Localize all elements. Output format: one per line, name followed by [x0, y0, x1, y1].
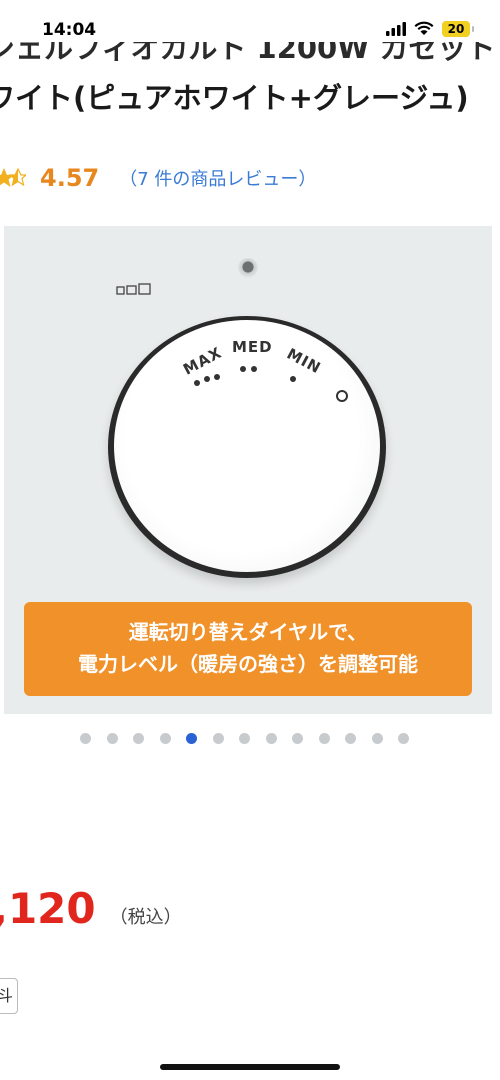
power-dial: MAX MED MIN — [108, 316, 386, 578]
option-chip[interactable]: 斗 — [0, 978, 18, 1014]
product-title: シェルフィオカルト 1200W カセット ワイト(ピュアホワイト+グレージュ) — [0, 42, 500, 120]
max-dot — [204, 376, 210, 382]
carousel-page-dot[interactable] — [371, 733, 383, 744]
min-dot — [290, 376, 296, 382]
power-level-indicator-icon — [116, 283, 151, 295]
max-dot — [214, 374, 220, 380]
carousel-page-dot[interactable] — [159, 733, 171, 744]
caption-line2: 電力レベル（暖房の強さ）を調整可能 — [78, 652, 418, 676]
rating-row: 4.57 （7 件の商品レビュー） — [0, 160, 316, 196]
dial-label-min: MIN — [283, 344, 325, 378]
status-time: 14:04 — [42, 20, 97, 40]
carousel-page-dot[interactable] — [133, 733, 144, 744]
carousel-page-dot[interactable] — [345, 733, 356, 744]
off-circle-icon — [336, 390, 348, 402]
home-indicator — [160, 1064, 340, 1070]
carousel-page-dot[interactable] — [186, 733, 197, 744]
carousel-page-dot[interactable] — [239, 733, 250, 744]
tax-label: （税込） — [109, 907, 182, 928]
product-image-carousel[interactable]: MAX MED MIN 運転切り替えダイヤルで、 電力レベル（暖房の強さ）を調整… — [4, 226, 492, 714]
product-title-line1: シェルフィオカルト 1200W カセット — [0, 42, 496, 65]
caption-line1: 運転切り替えダイヤルで、 — [128, 620, 368, 644]
carousel-page-dot[interactable] — [292, 733, 303, 744]
carousel-page-dot[interactable] — [106, 733, 118, 744]
dial-face: MAX MED MIN — [114, 320, 380, 572]
signal-icon — [386, 22, 406, 36]
carousel-pagination[interactable] — [80, 733, 420, 747]
wifi-icon — [414, 21, 434, 35]
image-caption-banner: 運転切り替えダイヤルで、 電力レベル（暖房の強さ）を調整可能 — [24, 602, 472, 696]
review-count-link[interactable]: （7 件の商品レビュー） — [119, 165, 316, 191]
dial-label-med: MED — [232, 338, 273, 356]
med-dot — [240, 366, 246, 372]
battery-icon: 20 — [442, 21, 474, 37]
max-dot — [194, 380, 200, 386]
carousel-page-dot[interactable] — [212, 733, 224, 744]
carousel-page-dot[interactable] — [80, 733, 91, 744]
rating-value: 4.57 — [40, 164, 100, 192]
carousel-page-dot[interactable] — [398, 733, 409, 744]
star-half-icon — [0, 167, 26, 187]
indicator-lamp-icon — [238, 258, 258, 278]
product-title-line2: ワイト(ピュアホワイト+グレージュ) — [0, 81, 469, 115]
price-row: ,120 （税込） — [0, 884, 182, 933]
price-amount: ,120 — [0, 884, 96, 933]
carousel-page-dot[interactable] — [318, 733, 330, 744]
status-bar: 14:04 20 — [0, 0, 500, 44]
med-dot — [251, 366, 257, 372]
carousel-page-dot[interactable] — [265, 733, 277, 744]
